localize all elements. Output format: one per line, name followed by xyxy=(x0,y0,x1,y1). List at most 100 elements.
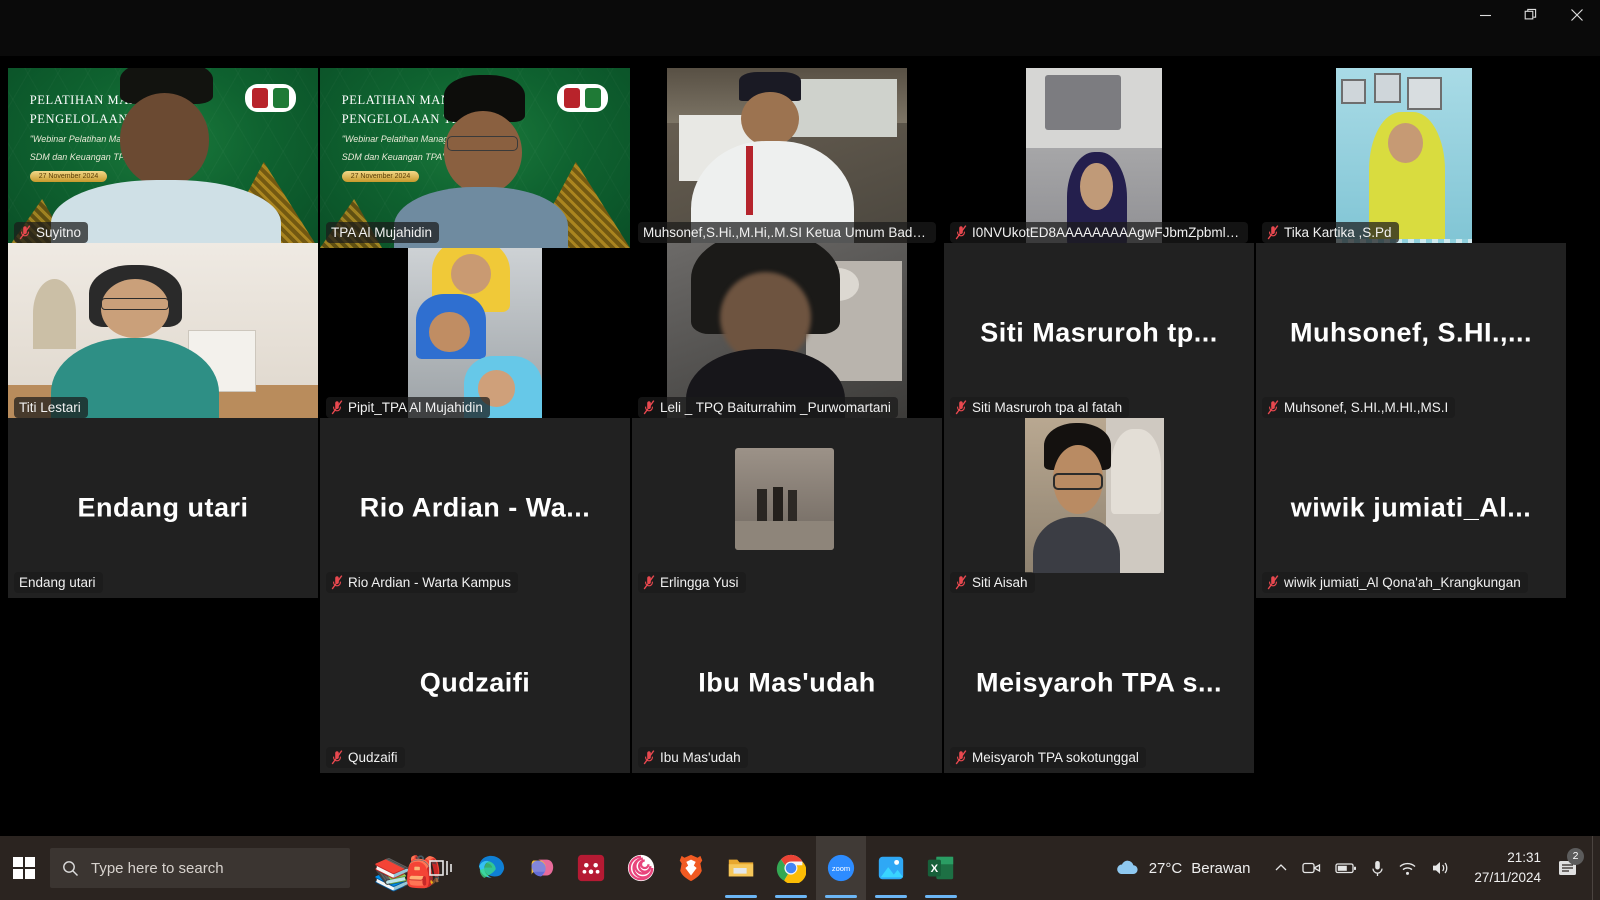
weather-widget[interactable]: 27°C Berawan xyxy=(1102,859,1263,877)
participant-tile[interactable]: Qudzaifi Qudzaifi xyxy=(320,593,630,773)
participant-name-badge: Rio Ardian - Warta Kampus xyxy=(326,572,519,593)
edge-icon[interactable] xyxy=(466,836,516,900)
restore-button[interactable] xyxy=(1508,0,1554,30)
file-explorer-icon[interactable] xyxy=(716,836,766,900)
participant-name: Qudzaifi xyxy=(348,750,398,765)
search-icon xyxy=(63,860,78,876)
participant-tile[interactable]: Leli _ TPQ Baiturrahim _Purwomartani xyxy=(632,243,942,423)
volume-icon[interactable] xyxy=(1431,860,1450,876)
participant-video xyxy=(667,243,907,423)
tray-icons xyxy=(1262,860,1462,877)
brave-icon[interactable] xyxy=(666,836,716,900)
mic-off-icon xyxy=(643,575,655,590)
participant-tile[interactable]: Titi Lestari xyxy=(8,243,318,423)
participant-name-badge: Meisyaroh TPA sokotunggal xyxy=(950,747,1146,768)
cloud-icon xyxy=(1116,860,1138,875)
mural-icon[interactable] xyxy=(566,836,616,900)
participant-name-badge: Qudzaifi xyxy=(326,747,405,768)
wifi-icon[interactable] xyxy=(1398,861,1417,876)
participant-name-badge: Tika Kartika ,S.Pd xyxy=(1262,222,1399,243)
start-button[interactable] xyxy=(0,836,48,900)
participant-video xyxy=(667,68,907,248)
participant-name: Siti Aisah xyxy=(972,575,1028,590)
notification-center-button[interactable]: 2 xyxy=(1553,847,1592,879)
participant-tile[interactable]: Tika Kartika ,S.Pd xyxy=(1256,68,1566,248)
participant-name: wiwik jumiati_Al Qona'ah_Krangkungan xyxy=(1284,575,1521,590)
running-indicator xyxy=(925,895,957,898)
participant-display-name: Qudzaifi xyxy=(419,667,531,698)
participant-tile[interactable]: Pipit_TPA Al Mujahidin xyxy=(320,243,630,423)
mic-off-icon xyxy=(955,400,967,415)
participant-video xyxy=(1025,418,1164,573)
participant-tile-active-speaker[interactable]: PELATIHAN MANAGEMEN PENGELOLAAN TKA T "W… xyxy=(320,68,630,248)
system-tray: 27°C Berawan 21:31 27/11/2024 2 xyxy=(1102,836,1600,900)
close-button[interactable] xyxy=(1554,0,1600,30)
participant-name-badge: Endang utari xyxy=(14,572,103,593)
participant-name: Meisyaroh TPA sokotunggal xyxy=(972,750,1139,765)
participant-name: Siti Masruroh tpa al fatah xyxy=(972,400,1123,415)
participant-name-badge: Muhsonef,S.Hi.,M.Hi,.M.SI Ketua Umum Bad… xyxy=(638,222,936,243)
participant-name: Titi Lestari xyxy=(19,400,81,415)
notification-count-badge: 2 xyxy=(1567,847,1584,865)
participant-tile[interactable]: PELATIHAN MANAGEMEN PENGELOLAAN TKA T "W… xyxy=(8,68,318,248)
excel-app-icon: X xyxy=(927,856,954,880)
participant-tile[interactable]: Siti Aisah xyxy=(944,418,1254,598)
zoom-icon[interactable]: zoom xyxy=(816,836,866,900)
minimize-button[interactable] xyxy=(1462,0,1508,30)
mic-off-icon xyxy=(643,400,655,415)
participant-name: Endang utari xyxy=(19,575,96,590)
show-desktop-button[interactable] xyxy=(1592,836,1600,900)
battery-icon[interactable] xyxy=(1335,861,1357,875)
excel-icon[interactable]: X xyxy=(916,836,966,900)
spiral-icon[interactable] xyxy=(616,836,666,900)
weather-condition: Berawan xyxy=(1191,859,1251,877)
mic-off-icon xyxy=(1267,575,1279,590)
participant-tile[interactable]: Rio Ardian - Wa... Rio Ardian - Warta Ka… xyxy=(320,418,630,598)
edge-browser-icon xyxy=(479,855,505,879)
mic-off-icon xyxy=(19,225,31,240)
zoom-window-titlebar xyxy=(0,0,1600,56)
clock[interactable]: 21:31 27/11/2024 xyxy=(1462,848,1553,887)
participant-name-badge: Titi Lestari xyxy=(14,397,88,418)
participant-tile[interactable]: Muhsonef, S.HI.,... Muhsonef, S.HI.,M.HI… xyxy=(1256,243,1566,423)
search-input[interactable]: Type here to search 📚 🎒 xyxy=(50,848,442,890)
file-explorer-app-icon xyxy=(728,859,754,877)
participant-tile[interactable]: Endang utari Endang utari xyxy=(8,418,318,598)
microphone-icon[interactable] xyxy=(1371,860,1384,877)
camera-icon[interactable] xyxy=(1302,860,1321,876)
participant-name-badge: Suyitno xyxy=(14,222,89,243)
participant-name: Leli _ TPQ Baiturrahim _Purwomartani xyxy=(660,400,891,415)
clock-date: 27/11/2024 xyxy=(1474,870,1541,885)
chrome-icon[interactable] xyxy=(766,836,816,900)
windows-logo-icon xyxy=(12,856,36,880)
participant-name-badge: Leli _ TPQ Baiturrahim _Purwomartani xyxy=(638,397,898,418)
show-hidden-icons-chevron-up-icon[interactable] xyxy=(1274,861,1288,875)
participant-display-name: wiwik jumiati_Al... xyxy=(1290,492,1532,523)
participant-display-name: Endang utari xyxy=(77,492,249,523)
participant-video xyxy=(1336,68,1472,248)
participant-tile[interactable]: wiwik jumiati_Al... wiwik jumiati_Al Qon… xyxy=(1256,418,1566,598)
weather-temperature: 27°C xyxy=(1148,859,1183,877)
photos-icon[interactable] xyxy=(866,836,916,900)
running-indicator xyxy=(775,895,807,898)
svg-text:zoom: zoom xyxy=(832,864,850,873)
participant-tile[interactable]: Ibu Mas'udah Ibu Mas'udah xyxy=(632,593,942,773)
mic-off-icon xyxy=(331,750,343,765)
gallery-view-grid: PELATIHAN MANAGEMEN PENGELOLAAN TKA T "W… xyxy=(0,56,1600,836)
participant-name-badge: Pipit_TPA Al Mujahidin xyxy=(326,397,490,418)
participant-display-name: Ibu Mas'udah xyxy=(698,667,876,698)
photos-app-icon xyxy=(878,856,904,880)
participant-tile[interactable]: Meisyaroh TPA s... Meisyaroh TPA sokotun… xyxy=(944,593,1254,773)
participant-tile[interactable]: Siti Masruroh tp... Siti Masruroh tpa al… xyxy=(944,243,1254,423)
participant-tile[interactable]: I0NVUkotED8AAAAAAAAAgwFJbmZpbml4IFg2O... xyxy=(944,68,1254,248)
participant-tile[interactable]: Erlingga Yusi xyxy=(632,418,942,598)
participant-name: Suyitno xyxy=(36,225,82,240)
participant-name-badge: Erlingga Yusi xyxy=(638,572,746,593)
running-indicator xyxy=(725,895,757,898)
participant-video xyxy=(1026,68,1162,248)
copilot-icon[interactable] xyxy=(516,836,566,900)
task-view-icon xyxy=(429,860,452,876)
participant-tile[interactable]: Muhsonef,S.Hi.,M.Hi,.M.SI Ketua Umum Bad… xyxy=(632,68,942,248)
svg-text:X: X xyxy=(931,863,939,875)
task-view-button[interactable] xyxy=(416,836,466,900)
